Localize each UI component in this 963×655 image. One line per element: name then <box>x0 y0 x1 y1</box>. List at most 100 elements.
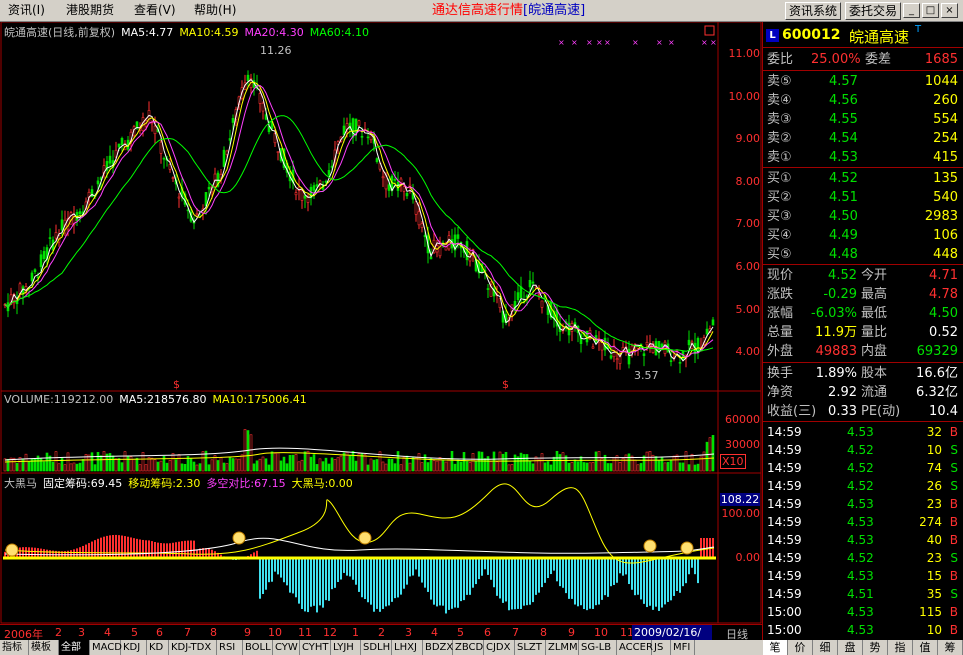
panel-tab[interactable]: 势 <box>863 640 888 655</box>
sell-level-row[interactable]: 卖⑤ 4.57 1044 <box>763 72 963 91</box>
volume-bar <box>351 451 355 472</box>
menu-hk-futures[interactable]: 港股期货 <box>66 2 114 19</box>
volume-bar <box>156 461 160 472</box>
level-volume: 554 <box>933 112 958 127</box>
volume-bar <box>138 464 142 472</box>
indicator-hist-neg <box>292 558 294 594</box>
indicator-tab[interactable]: CYHT <box>300 640 331 655</box>
volume-bar <box>543 462 547 472</box>
indicator-tab[interactable]: BDZX <box>423 640 453 655</box>
indicator-hist-neg <box>421 558 423 583</box>
maximize-button[interactable]: □ <box>922 3 939 18</box>
panel-tab[interactable]: 价 <box>788 640 813 655</box>
indicator-tab[interactable]: MFI <box>671 640 695 655</box>
signal-marker: × <box>632 38 639 47</box>
indicator-hist-neg <box>385 558 387 607</box>
app-subtitle: [皖通高速] <box>523 3 586 18</box>
volume-bar <box>495 461 499 472</box>
menu-help[interactable]: 帮助(H) <box>194 2 236 19</box>
indicator-tab[interactable]: 指标 <box>0 640 29 655</box>
buy-level-row[interactable]: 买① 4.52 135 <box>763 169 963 188</box>
indicator-hist-neg <box>598 558 600 605</box>
price-tick-label: 8.00 <box>735 174 761 188</box>
indicator-tab[interactable]: SG-LB <box>579 640 617 655</box>
volume-bar <box>288 454 292 472</box>
volume-bar <box>225 463 229 472</box>
candle-body <box>108 155 112 164</box>
volume-bar <box>576 461 580 472</box>
buy-level-row[interactable]: 买② 4.51 540 <box>763 188 963 207</box>
buy-level-row[interactable]: 买③ 4.50 2983 <box>763 207 963 226</box>
chart-area[interactable]: × × × × × × × × × × $ $ 皖通高速(日线,前复权) MA5:4.77 MA10:4.… <box>0 22 762 624</box>
sell-level-row[interactable]: 卖④ 4.56 260 <box>763 91 963 110</box>
buy-level-row[interactable]: 买④ 4.49 106 <box>763 226 963 245</box>
signal-marker: × <box>596 38 603 47</box>
panel-tab[interactable]: 指 <box>888 640 913 655</box>
indicator-hist-neg <box>349 558 351 577</box>
volume-bar <box>216 460 220 472</box>
sell-level-row[interactable]: 卖② 4.54 254 <box>763 129 963 148</box>
volume-bar <box>333 459 337 472</box>
trade-button[interactable]: 委托交易 <box>845 2 902 20</box>
indicator-tab[interactable]: LYJH <box>331 640 361 655</box>
menu-view[interactable]: 查看(V) <box>134 2 176 19</box>
info-system-button[interactable]: 资讯系统 <box>785 2 842 20</box>
indicator-tab[interactable]: ACCER <box>617 640 653 655</box>
buy-level-row[interactable]: 买⑤ 4.48 448 <box>763 245 963 264</box>
indicator-hist-neg <box>535 558 537 595</box>
volume-bar <box>681 462 685 472</box>
candle-body <box>117 143 121 148</box>
volume-bar <box>159 460 163 472</box>
volume-bar <box>96 452 100 472</box>
kline-chart[interactable]: × × × × × × × × × ×$ $ <box>0 22 762 624</box>
minimize-button[interactable]: _ <box>903 3 920 18</box>
indicator-tab[interactable]: LHXJ <box>392 640 423 655</box>
indicator-tab[interactable]: KDJ <box>121 640 147 655</box>
volume-bar <box>81 459 85 472</box>
indicator-tab[interactable]: KDJ-TDX <box>169 640 217 655</box>
indicator-tab[interactable]: CYW <box>273 640 300 655</box>
volume-bar <box>171 453 175 472</box>
panel-tab[interactable]: 盘 <box>838 640 863 655</box>
indicator-hist-neg <box>475 558 477 585</box>
indicator-tab[interactable]: 模板 <box>29 640 59 655</box>
indicator-tab[interactable]: CJDX <box>484 640 515 655</box>
indicator-tab[interactable]: KD <box>147 640 169 655</box>
panel-tab[interactable]: 值 <box>913 640 938 655</box>
indicator-hist-pos <box>193 540 195 558</box>
indicator-tab[interactable]: ZBCD <box>453 640 484 655</box>
volume-bar <box>72 462 76 472</box>
trade-side: S <box>950 587 958 601</box>
level-price: 4.50 <box>829 209 858 224</box>
indicator-tab[interactable]: SDLH <box>361 640 392 655</box>
indicator-tab[interactable]: MACD <box>90 640 122 655</box>
sell-level-row[interactable]: 卖① 4.53 415 <box>763 148 963 167</box>
panel-tab[interactable]: 笔 <box>763 640 788 655</box>
panel-tab[interactable]: 筹 <box>938 640 963 655</box>
volume-bar <box>357 453 361 472</box>
indicator-tab[interactable]: ZLMM <box>546 640 579 655</box>
volume-bar <box>315 464 319 472</box>
indicator-tab[interactable]: BOLL <box>243 640 273 655</box>
close-button[interactable]: × <box>941 3 958 18</box>
volume-tick-label: 60000 <box>725 413 760 426</box>
sell-level-row[interactable]: 卖③ 4.55 554 <box>763 110 963 129</box>
volume-bar <box>234 458 238 472</box>
fundamental-value: 0.33 <box>828 404 857 419</box>
indicator-hist-pos <box>184 540 186 558</box>
tick-trade-row: 14:59 4.52 10 S <box>763 441 963 459</box>
volume-bar <box>573 459 577 472</box>
level-volume: 106 <box>933 228 958 243</box>
indicator-tab[interactable]: 全部 <box>59 640 90 655</box>
panel-tab[interactable]: 细 <box>813 640 838 655</box>
indicator-tab[interactable]: RSI <box>217 640 243 655</box>
indicator-tab[interactable]: JS <box>652 640 671 655</box>
candle-body <box>78 211 82 215</box>
candle-body <box>177 196 181 199</box>
menu-info[interactable]: 资讯(I) <box>8 2 45 19</box>
price-tick-label: 9.00 <box>735 132 761 146</box>
indicator-hist-neg <box>289 558 291 593</box>
trade-time: 14:59 <box>767 443 802 457</box>
indicator-tab[interactable]: SLZT <box>515 640 546 655</box>
volume-bar <box>510 464 514 472</box>
